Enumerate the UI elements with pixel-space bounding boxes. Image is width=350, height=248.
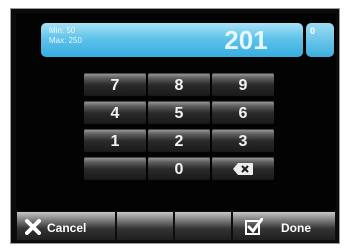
entered-value: 201 bbox=[224, 25, 268, 55]
backspace-button[interactable] bbox=[212, 157, 274, 180]
check-icon bbox=[245, 217, 264, 239]
backspace-icon bbox=[232, 162, 254, 176]
key-7[interactable]: 7 bbox=[84, 73, 146, 96]
min-label: Min: 50 bbox=[49, 26, 76, 35]
secondary-value: 0 bbox=[310, 26, 316, 36]
key-2[interactable]: 2 bbox=[148, 129, 210, 152]
done-button[interactable]: Done bbox=[232, 211, 336, 241]
device-frame: Min: 50 Max: 250 201 0 7 8 9 4 5 6 1 2 3… bbox=[10, 8, 340, 244]
secondary-value-box: 0 bbox=[306, 23, 334, 57]
key-1[interactable]: 1 bbox=[84, 129, 146, 152]
value-display: Min: 50 Max: 250 201 bbox=[41, 23, 303, 57]
key-9[interactable]: 9 bbox=[212, 73, 274, 96]
bottom-blank-1 bbox=[116, 211, 174, 241]
key-blank bbox=[84, 157, 146, 180]
key-0[interactable]: 0 bbox=[148, 157, 210, 180]
done-label: Done bbox=[281, 221, 311, 235]
key-8[interactable]: 8 bbox=[148, 73, 210, 96]
key-6[interactable]: 6 bbox=[212, 101, 274, 124]
key-3[interactable]: 3 bbox=[212, 129, 274, 152]
key-5[interactable]: 5 bbox=[148, 101, 210, 124]
bottom-blank-2 bbox=[174, 211, 232, 241]
cancel-button[interactable]: Cancel bbox=[16, 211, 116, 241]
bottom-bar: Cancel Done bbox=[16, 211, 336, 241]
range-label: Min: 50 Max: 250 bbox=[49, 26, 82, 46]
screen: Min: 50 Max: 250 201 0 7 8 9 4 5 6 1 2 3… bbox=[16, 13, 336, 241]
cancel-label: Cancel bbox=[47, 221, 87, 235]
close-icon bbox=[25, 219, 41, 238]
max-label: Max: 250 bbox=[49, 36, 82, 45]
key-4[interactable]: 4 bbox=[84, 101, 146, 124]
